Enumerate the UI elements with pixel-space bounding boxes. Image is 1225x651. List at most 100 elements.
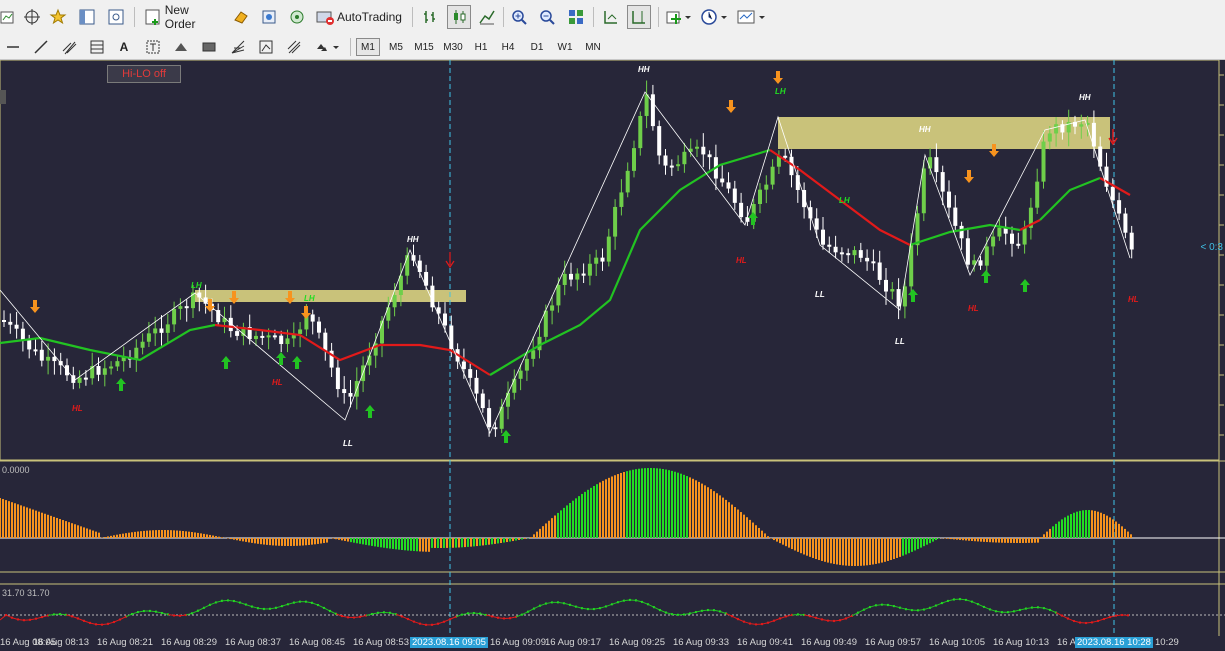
buy-arrow	[908, 289, 918, 302]
candle-body	[310, 314, 315, 322]
candle-body	[172, 308, 177, 325]
new-chart-icon[interactable]	[0, 6, 14, 28]
tile-windows-icon[interactable]	[565, 6, 587, 28]
candle-body	[650, 94, 655, 127]
candle-body	[348, 393, 353, 397]
arrows-dropdown-icon[interactable]	[312, 36, 342, 58]
candle-body	[83, 377, 88, 380]
market-watch-icon[interactable]	[230, 6, 252, 28]
swing-label-hl: HL	[272, 378, 283, 387]
sell-arrow	[726, 100, 736, 113]
time-axis-label: 16 Aug 08:21	[97, 637, 153, 648]
candle-body	[1010, 233, 1014, 244]
scroll-chart-icon[interactable]	[599, 6, 621, 28]
timeframe-w1-button[interactable]: W1	[554, 38, 576, 56]
candle-body	[102, 368, 107, 375]
timeframe-h4-button[interactable]: H4	[497, 38, 519, 56]
timeframe-m15-button[interactable]: M15	[412, 38, 436, 56]
price-chart-canvas[interactable]: HH HH HH HH LH LH LH LH HL HL HL HL HL LL LL LL	[0, 60, 1225, 651]
zoom-out-icon[interactable]	[536, 6, 558, 28]
channel-icon[interactable]	[285, 36, 303, 58]
timeframe-h1-button[interactable]: H1	[470, 38, 492, 56]
candle-body	[871, 261, 876, 264]
new-order-icon	[145, 9, 160, 25]
strategy-tester-icon[interactable]	[258, 6, 280, 28]
autotrading-icon	[316, 11, 334, 25]
candle-body	[279, 335, 284, 345]
candle-body	[770, 166, 775, 185]
zoom-in-icon[interactable]	[508, 6, 530, 28]
candle-body	[877, 262, 882, 280]
ma-line-green	[0, 323, 216, 362]
chart-scroll-handle[interactable]	[0, 90, 6, 104]
fibo-fan-icon[interactable]	[229, 36, 247, 58]
navigator-icon[interactable]	[76, 6, 98, 28]
candle-body	[884, 279, 888, 292]
candle-body	[159, 328, 164, 333]
candle-body	[921, 168, 926, 214]
favorites-icon[interactable]	[47, 6, 69, 28]
bar-chart-icon[interactable]	[419, 6, 441, 28]
swing-label-lh: LH	[304, 294, 315, 303]
candlestick-icon[interactable]	[447, 5, 471, 29]
hilo-toggle-button[interactable]: Hi-LO off	[107, 65, 181, 83]
text-label-icon[interactable]	[144, 36, 162, 58]
candle-body	[821, 229, 825, 245]
candle-body	[890, 289, 895, 292]
chart-shift-icon[interactable]	[627, 5, 651, 29]
candle-body	[600, 257, 605, 262]
buy-arrow	[981, 270, 991, 283]
buy-arrow	[365, 405, 375, 418]
timeframe-d1-button[interactable]: D1	[526, 38, 548, 56]
candle-body	[153, 328, 158, 334]
candle-body	[178, 306, 183, 309]
swing-label-lh: LH	[191, 281, 202, 290]
periods-icon[interactable]	[699, 6, 731, 28]
candle-body	[543, 310, 548, 337]
oscillator-level-label: 0.0000	[2, 465, 30, 475]
swing-label-lh: LH	[775, 87, 786, 96]
templates-icon[interactable]	[736, 6, 768, 28]
swing-label-ll: LL	[815, 290, 825, 299]
autotrading-button[interactable]: AutoTrading	[313, 6, 405, 28]
new-order-label: New Order	[164, 3, 196, 31]
data-window-icon[interactable]	[105, 6, 127, 28]
horizontal-line-icon[interactable]	[4, 36, 22, 58]
candle-body	[323, 332, 328, 351]
time-axis-label: 16 Aug 10:05	[929, 637, 985, 648]
equidistant-channel-icon[interactable]	[60, 36, 80, 58]
time-axis: 16 Aug 08:05 16 Aug 08:13 16 Aug 08:21 16 A…	[0, 636, 1225, 651]
line-chart-icon[interactable]	[476, 6, 498, 28]
candle-body	[852, 250, 857, 256]
candle-body	[1022, 227, 1027, 245]
candle-body	[625, 170, 630, 193]
fibo-retracement-icon[interactable]	[88, 36, 106, 58]
chart-window[interactable]: HH HH HH HH LH LH LH LH HL HL HL HL HL LL LL LL Hi-LO o…	[0, 60, 1225, 651]
cycle-lines-icon[interactable]	[257, 36, 275, 58]
candle-body	[606, 236, 611, 262]
rectangle-icon[interactable]	[200, 36, 218, 58]
timeframe-m30-button[interactable]: M30	[441, 38, 465, 56]
arrow-up-shape-icon[interactable]	[172, 36, 190, 58]
supply-zone	[778, 117, 1110, 149]
candle-body	[833, 246, 838, 253]
timeframe-m1-button[interactable]: M1	[356, 38, 380, 56]
candle-body	[140, 341, 145, 348]
candle-body	[732, 188, 737, 203]
candle-body	[96, 366, 101, 375]
timeframe-m5-button[interactable]: M5	[385, 38, 407, 56]
buy-arrow	[748, 212, 758, 225]
crosshair-icon[interactable]	[21, 6, 43, 28]
candle-body	[858, 250, 863, 258]
candle-body	[556, 284, 561, 306]
new-order-button[interactable]: New Order	[142, 3, 224, 31]
candle-body	[764, 184, 769, 190]
trendline-icon[interactable]	[32, 36, 50, 58]
signals-icon[interactable]	[286, 6, 308, 28]
indicators-icon[interactable]	[664, 6, 694, 28]
buy-arrow	[292, 356, 302, 369]
swing-label-lh: LH	[839, 196, 850, 205]
candle-body	[978, 260, 983, 266]
text-icon[interactable]: A	[115, 36, 133, 58]
timeframe-mn-button[interactable]: MN	[582, 38, 604, 56]
